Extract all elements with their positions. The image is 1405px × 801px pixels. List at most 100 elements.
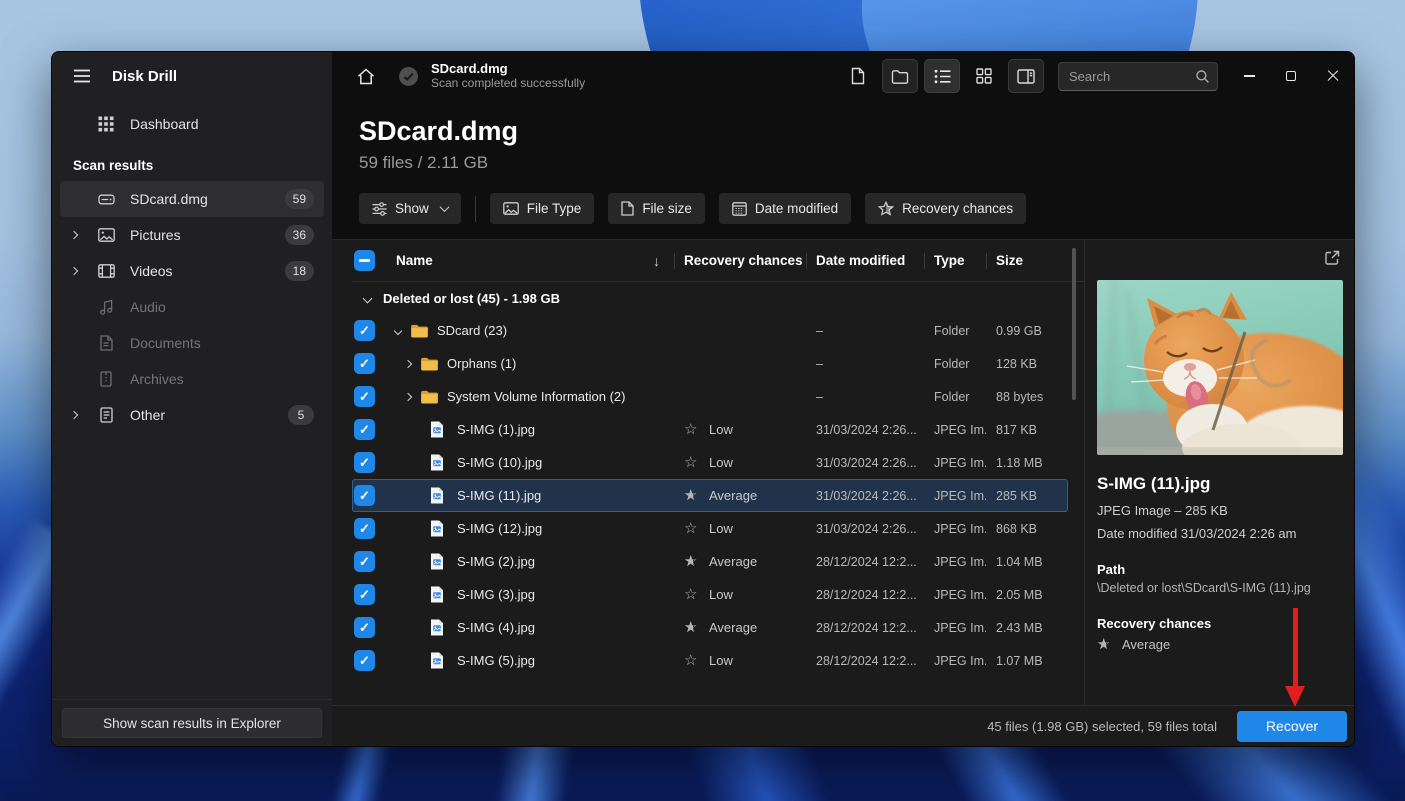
recovery-star-icon: ☆★	[684, 454, 700, 471]
item-count-badge: 5	[288, 405, 314, 425]
sidebar-item-label: Audio	[130, 299, 288, 315]
preview-panel-toggle-button[interactable]	[1008, 59, 1044, 93]
recovery-star-icon: ☆★	[684, 553, 700, 570]
date-cell: 31/03/2024 2:26...	[806, 423, 924, 437]
selection-status: 45 files (1.98 GB) selected, 59 files to…	[987, 719, 1217, 734]
row-checkbox[interactable]	[354, 518, 375, 539]
table-row[interactable]: S-IMG (12).jpg ☆★ Low 31/03/2024 2:26...…	[352, 512, 1068, 545]
column-header-size[interactable]: Size	[986, 251, 1062, 271]
maximize-button[interactable]	[1270, 52, 1312, 100]
jpeg-file-icon	[430, 619, 449, 636]
page-title: SDcard.dmg	[359, 116, 1354, 147]
sidebar-item-archives[interactable]: Archives	[60, 361, 324, 397]
row-checkbox[interactable]	[354, 386, 375, 407]
item-count-badge: 36	[285, 225, 314, 245]
row-checkbox[interactable]	[354, 584, 375, 605]
folder-outline-icon	[891, 69, 909, 84]
tree-chevron-icon[interactable]	[390, 328, 406, 334]
file-size-filter-button[interactable]: File size	[608, 193, 705, 224]
table-row[interactable]: SDcard (23) ☆★ – Folder 0.99 GB	[352, 314, 1068, 347]
sidebar-item-pictures[interactable]: Pictures 36	[60, 217, 324, 253]
sidebar-item-documents[interactable]: Documents	[60, 325, 324, 361]
file-type-filter-label: File Type	[527, 201, 582, 216]
open-folder-button[interactable]	[882, 59, 918, 93]
sliders-icon	[372, 202, 387, 216]
row-checkbox[interactable]	[354, 452, 375, 473]
column-header-type[interactable]: Type	[924, 251, 986, 271]
sidebar-item-audio[interactable]: Audio	[60, 289, 324, 325]
select-all-checkbox[interactable]	[354, 250, 375, 271]
chevron-right-icon[interactable]	[66, 412, 82, 418]
date-modified-filter-button[interactable]: Date modified	[719, 193, 851, 224]
recovery-cell: ☆★ Low	[674, 586, 806, 603]
row-name-cell: S-IMG (4).jpg	[386, 619, 674, 636]
sidebar-item-other[interactable]: Other 5	[60, 397, 324, 433]
file-type-filter-button[interactable]: File Type	[490, 193, 595, 224]
recovery-label: Average	[709, 488, 757, 503]
size-cell: 285 KB	[986, 489, 1062, 503]
row-checkbox[interactable]	[354, 320, 375, 341]
recovery-label: Low	[709, 521, 733, 536]
grid-view-button[interactable]	[966, 59, 1002, 93]
table-row[interactable]: S-IMG (5).jpg ☆★ Low 28/12/2024 12:2... …	[352, 644, 1068, 677]
open-preview-window-button[interactable]	[1324, 250, 1340, 266]
row-checkbox[interactable]	[354, 551, 375, 572]
preview-recovery-value: Average	[1122, 637, 1170, 652]
chevron-down-icon	[363, 293, 373, 303]
home-button[interactable]	[352, 62, 380, 90]
column-header-name[interactable]: Name ↓	[386, 251, 674, 271]
minimize-button[interactable]	[1228, 52, 1270, 100]
row-checkbox[interactable]	[354, 419, 375, 440]
group-header-row[interactable]: Deleted or lost (45) - 1.98 GB	[352, 282, 1084, 314]
window-controls	[1228, 52, 1354, 100]
sidebar-item-videos[interactable]: Videos 18	[60, 253, 324, 289]
table-row[interactable]: S-IMG (11).jpg ☆★ Average 31/03/2024 2:2…	[352, 479, 1068, 512]
sort-descending-icon[interactable]: ↓	[653, 253, 660, 269]
recovery-chances-filter-button[interactable]: Recovery chances	[865, 193, 1026, 224]
results-table: Name ↓ Recovery chances Date modified Ty…	[332, 240, 1084, 705]
type-cell: JPEG Im...	[924, 555, 986, 569]
hamburger-menu-button[interactable]	[68, 62, 96, 90]
column-header-recovery[interactable]: Recovery chances	[674, 251, 806, 271]
size-cell: 2.43 MB	[986, 621, 1062, 635]
preview-recovery-label: Recovery chances	[1097, 616, 1342, 631]
table-row[interactable]: Orphans (1) ☆★ – Folder 128 KB	[352, 347, 1068, 380]
folder-icon	[410, 322, 429, 339]
table-row[interactable]: System Volume Information (2) ☆★ – Folde…	[352, 380, 1068, 413]
recover-button[interactable]: Recover	[1237, 711, 1347, 742]
show-filter-button[interactable]: Show	[359, 193, 461, 224]
size-cell: 817 KB	[986, 423, 1062, 437]
row-checkbox[interactable]	[354, 485, 375, 506]
search-input[interactable]	[1058, 62, 1218, 91]
list-view-icon	[934, 69, 951, 84]
tree-chevron-icon[interactable]	[400, 361, 416, 367]
table-row[interactable]: S-IMG (3).jpg ☆★ Low 28/12/2024 12:2... …	[352, 578, 1068, 611]
type-cell: JPEG Im...	[924, 621, 986, 635]
sidebar-item-sdcard-dmg[interactable]: SDcard.dmg 59	[60, 181, 324, 217]
app-title: Disk Drill	[112, 68, 177, 85]
sidebar: Disk Drill Dashboard Scan results SDcard…	[52, 52, 332, 746]
chevron-right-icon[interactable]	[66, 268, 82, 274]
preview-date-modified: Date modified 31/03/2024 2:26 am	[1097, 526, 1342, 541]
sidebar-item-dashboard[interactable]: Dashboard	[60, 106, 324, 142]
session-file-button[interactable]	[840, 59, 876, 93]
chevron-right-icon[interactable]	[66, 232, 82, 238]
dashboard-icon	[96, 114, 116, 134]
row-name-cell: S-IMG (5).jpg	[386, 652, 674, 669]
table-row[interactable]: S-IMG (10).jpg ☆★ Low 31/03/2024 2:26...…	[352, 446, 1068, 479]
recovery-label: Low	[709, 422, 733, 437]
table-row[interactable]: S-IMG (2).jpg ☆★ Average 28/12/2024 12:2…	[352, 545, 1068, 578]
close-button[interactable]	[1312, 52, 1354, 100]
show-in-explorer-button[interactable]: Show scan results in Explorer	[62, 708, 322, 738]
table-row[interactable]: S-IMG (1).jpg ☆★ Low 31/03/2024 2:26... …	[352, 413, 1068, 446]
column-header-date[interactable]: Date modified	[806, 251, 924, 271]
close-icon	[1326, 69, 1340, 83]
row-checkbox[interactable]	[354, 353, 375, 374]
list-view-button[interactable]	[924, 59, 960, 93]
table-row[interactable]: S-IMG (4).jpg ☆★ Average 28/12/2024 12:2…	[352, 611, 1068, 644]
row-checkbox[interactable]	[354, 650, 375, 671]
vertical-scrollbar[interactable]	[1072, 248, 1076, 400]
row-checkbox[interactable]	[354, 617, 375, 638]
tree-chevron-icon[interactable]	[400, 394, 416, 400]
type-cell: JPEG Im...	[924, 456, 986, 470]
